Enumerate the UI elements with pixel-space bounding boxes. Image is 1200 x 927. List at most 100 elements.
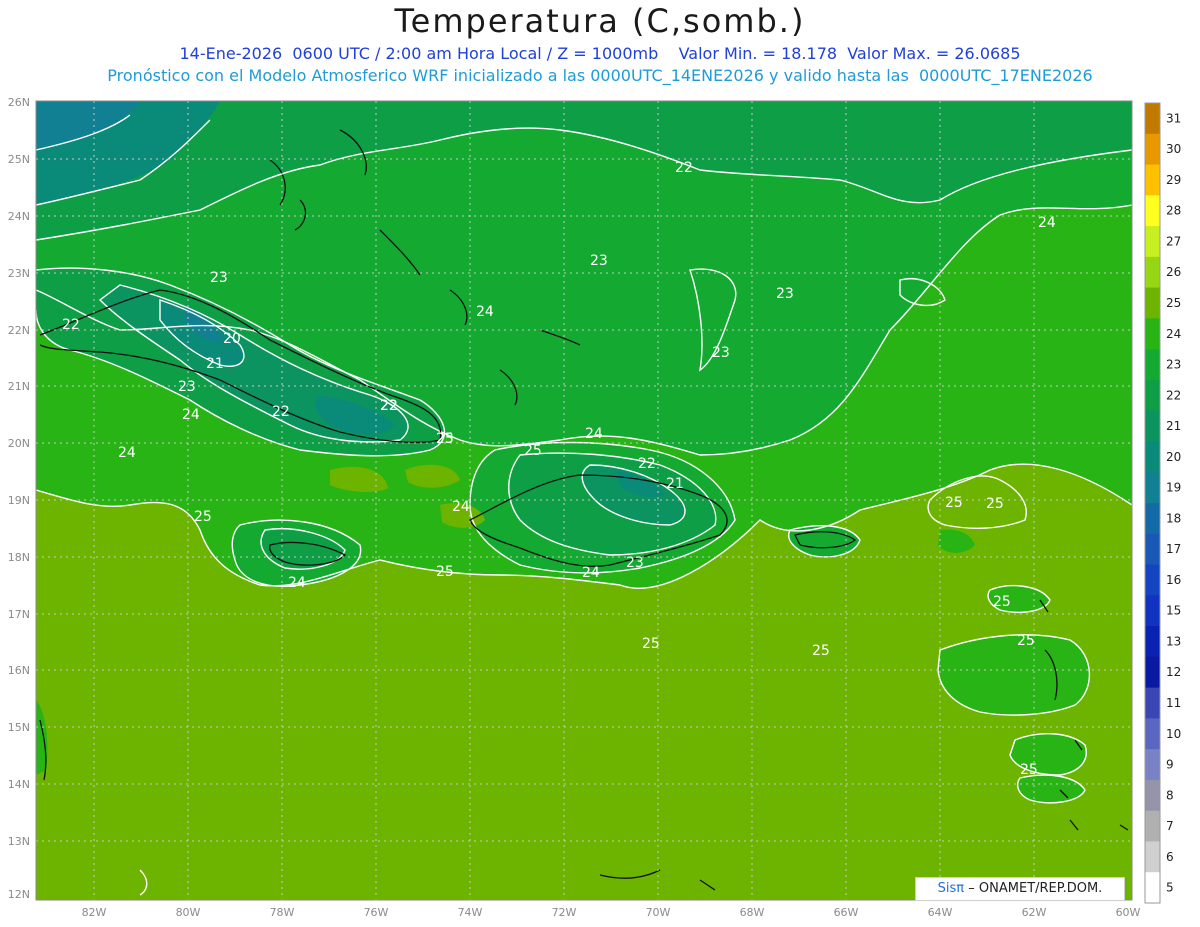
credit-text: – ONAMET/REP.DOM. <box>968 881 1103 896</box>
lat-tick: 17N <box>8 608 30 621</box>
contour-label: 24 <box>182 407 200 423</box>
contour-label: 24 <box>476 304 494 320</box>
colorbar-swatch <box>1145 287 1160 319</box>
colorbar-label: 25 <box>1166 296 1181 310</box>
colorbar-swatch <box>1145 164 1160 196</box>
lon-tick: 80W <box>176 906 201 919</box>
colorbar-label: 23 <box>1166 358 1181 372</box>
lon-tick: 78W <box>270 906 295 919</box>
colorbar-label: 31 <box>1166 111 1181 125</box>
contour-label: 24 <box>288 575 306 591</box>
colorbar-label: 22 <box>1166 388 1181 402</box>
contour-label: 24 <box>118 445 136 461</box>
contour-label: 25 <box>1020 762 1038 778</box>
colorbar-swatch <box>1145 656 1160 689</box>
lon-tick: 60W <box>1116 906 1141 919</box>
lon-tick: 72W <box>552 906 577 919</box>
lat-tick: 16N <box>8 664 30 677</box>
contour-label: 23 <box>776 286 794 302</box>
colorbar-swatch <box>1145 718 1160 750</box>
contour-label: 24 <box>585 426 603 442</box>
lat-tick: 13N <box>8 835 30 848</box>
colorbar-swatch <box>1145 564 1160 596</box>
colorbar-label: 29 <box>1166 173 1181 187</box>
colorbar-label: 26 <box>1166 265 1181 279</box>
contour-label: 22 <box>380 398 398 414</box>
colorbar-label: 13 <box>1166 634 1181 648</box>
colorbar-label: 12 <box>1166 665 1181 679</box>
colorbar-swatch <box>1145 379 1160 412</box>
colorbar-label: 10 <box>1166 727 1181 741</box>
colorbar-swatch <box>1145 256 1160 289</box>
colorbar-label: 19 <box>1166 481 1181 495</box>
colorbar-swatch <box>1145 472 1160 504</box>
colorbar-swatch <box>1145 872 1160 904</box>
colorbar-label: 15 <box>1166 604 1181 618</box>
lat-tick: 22N <box>8 324 30 337</box>
lat-tick: 18N <box>8 551 30 564</box>
longitude-axis: 82W 80W 78W 76W 74W 72W 70W 68W 66W 64W … <box>82 906 1141 919</box>
lat-tick: 25N <box>8 153 30 166</box>
lon-tick: 68W <box>740 906 765 919</box>
colorbar-swatch <box>1145 103 1160 135</box>
colorbar-label: 11 <box>1166 696 1181 710</box>
contour-label: 22 <box>638 456 656 472</box>
colorbar-label: 6 <box>1166 850 1174 864</box>
contour-label: 23 <box>712 345 730 361</box>
colorbar-swatch <box>1145 318 1160 350</box>
colorbar-label: 18 <box>1166 511 1181 525</box>
lat-tick: 14N <box>8 778 30 791</box>
lon-tick: 76W <box>364 906 389 919</box>
lat-tick: 23N <box>8 267 30 280</box>
contour-label: 23 <box>590 253 608 269</box>
sispi-logo: Sisπ <box>937 881 965 896</box>
colorbar-label: 20 <box>1166 450 1181 464</box>
lon-tick: 62W <box>1022 906 1047 919</box>
contour-label: 25 <box>642 636 660 652</box>
colorbar: 31 30 29 28 27 26 25 24 23 22 21 20 19 18 17 16 15 13 12 11… <box>1144 102 1181 904</box>
lon-tick: 64W <box>928 906 953 919</box>
colorbar-label: 17 <box>1166 542 1181 556</box>
colorbar-label: 8 <box>1166 788 1174 802</box>
latitude-axis: 26N 25N 24N 23N 22N 21N 20N 19N 18N 17N … <box>8 96 30 901</box>
colorbar-label: 9 <box>1166 758 1174 772</box>
colorbar-label: 7 <box>1166 819 1174 833</box>
colorbar-label: 30 <box>1166 142 1181 156</box>
lat-tick: 15N <box>8 721 30 734</box>
colorbar-swatch <box>1145 410 1160 442</box>
contour-label: 25 <box>524 443 542 459</box>
lat-tick: 20N <box>8 437 30 450</box>
contour-label: 20 <box>223 331 241 347</box>
contour-label: 25 <box>194 509 212 525</box>
lat-tick: 26N <box>8 96 30 109</box>
colorbar-label: 28 <box>1166 204 1181 218</box>
contour-label: 24 <box>452 499 470 515</box>
colorbar-swatch <box>1145 349 1160 381</box>
contour-label: 22 <box>62 317 80 333</box>
contour-label: 22 <box>675 160 693 176</box>
contour-label: 25 <box>436 564 454 580</box>
contour-label: 24 <box>1038 215 1056 231</box>
lon-tick: 66W <box>834 906 859 919</box>
credit-box: Sisπ – ONAMET/REP.DOM. <box>915 877 1125 901</box>
colorbar-label: 21 <box>1166 419 1181 433</box>
colorbar-swatch <box>1145 687 1160 719</box>
colorbar-swatch <box>1145 133 1160 166</box>
lon-tick: 70W <box>646 906 671 919</box>
lat-tick: 12N <box>8 888 30 901</box>
contour-label: 21 <box>206 356 224 372</box>
lon-tick: 74W <box>458 906 483 919</box>
map-canvas: 22 23 24 22 23 23 20 21 22 22 23 24 23 2… <box>8 96 1182 919</box>
colorbar-swatch <box>1145 533 1160 566</box>
colorbar-swatch <box>1145 810 1160 842</box>
contour-label: 23 <box>178 379 196 395</box>
contour-label: 23 <box>210 270 228 286</box>
contour-label: 24 <box>582 565 600 581</box>
contour-label: 22 <box>272 404 290 420</box>
colorbar-swatch <box>1145 503 1160 535</box>
colorbar-swatch <box>1145 195 1160 227</box>
lat-tick: 21N <box>8 380 30 393</box>
contour-label: 23 <box>626 555 644 571</box>
colorbar-swatch <box>1145 441 1160 473</box>
colorbar-swatch <box>1145 779 1160 812</box>
